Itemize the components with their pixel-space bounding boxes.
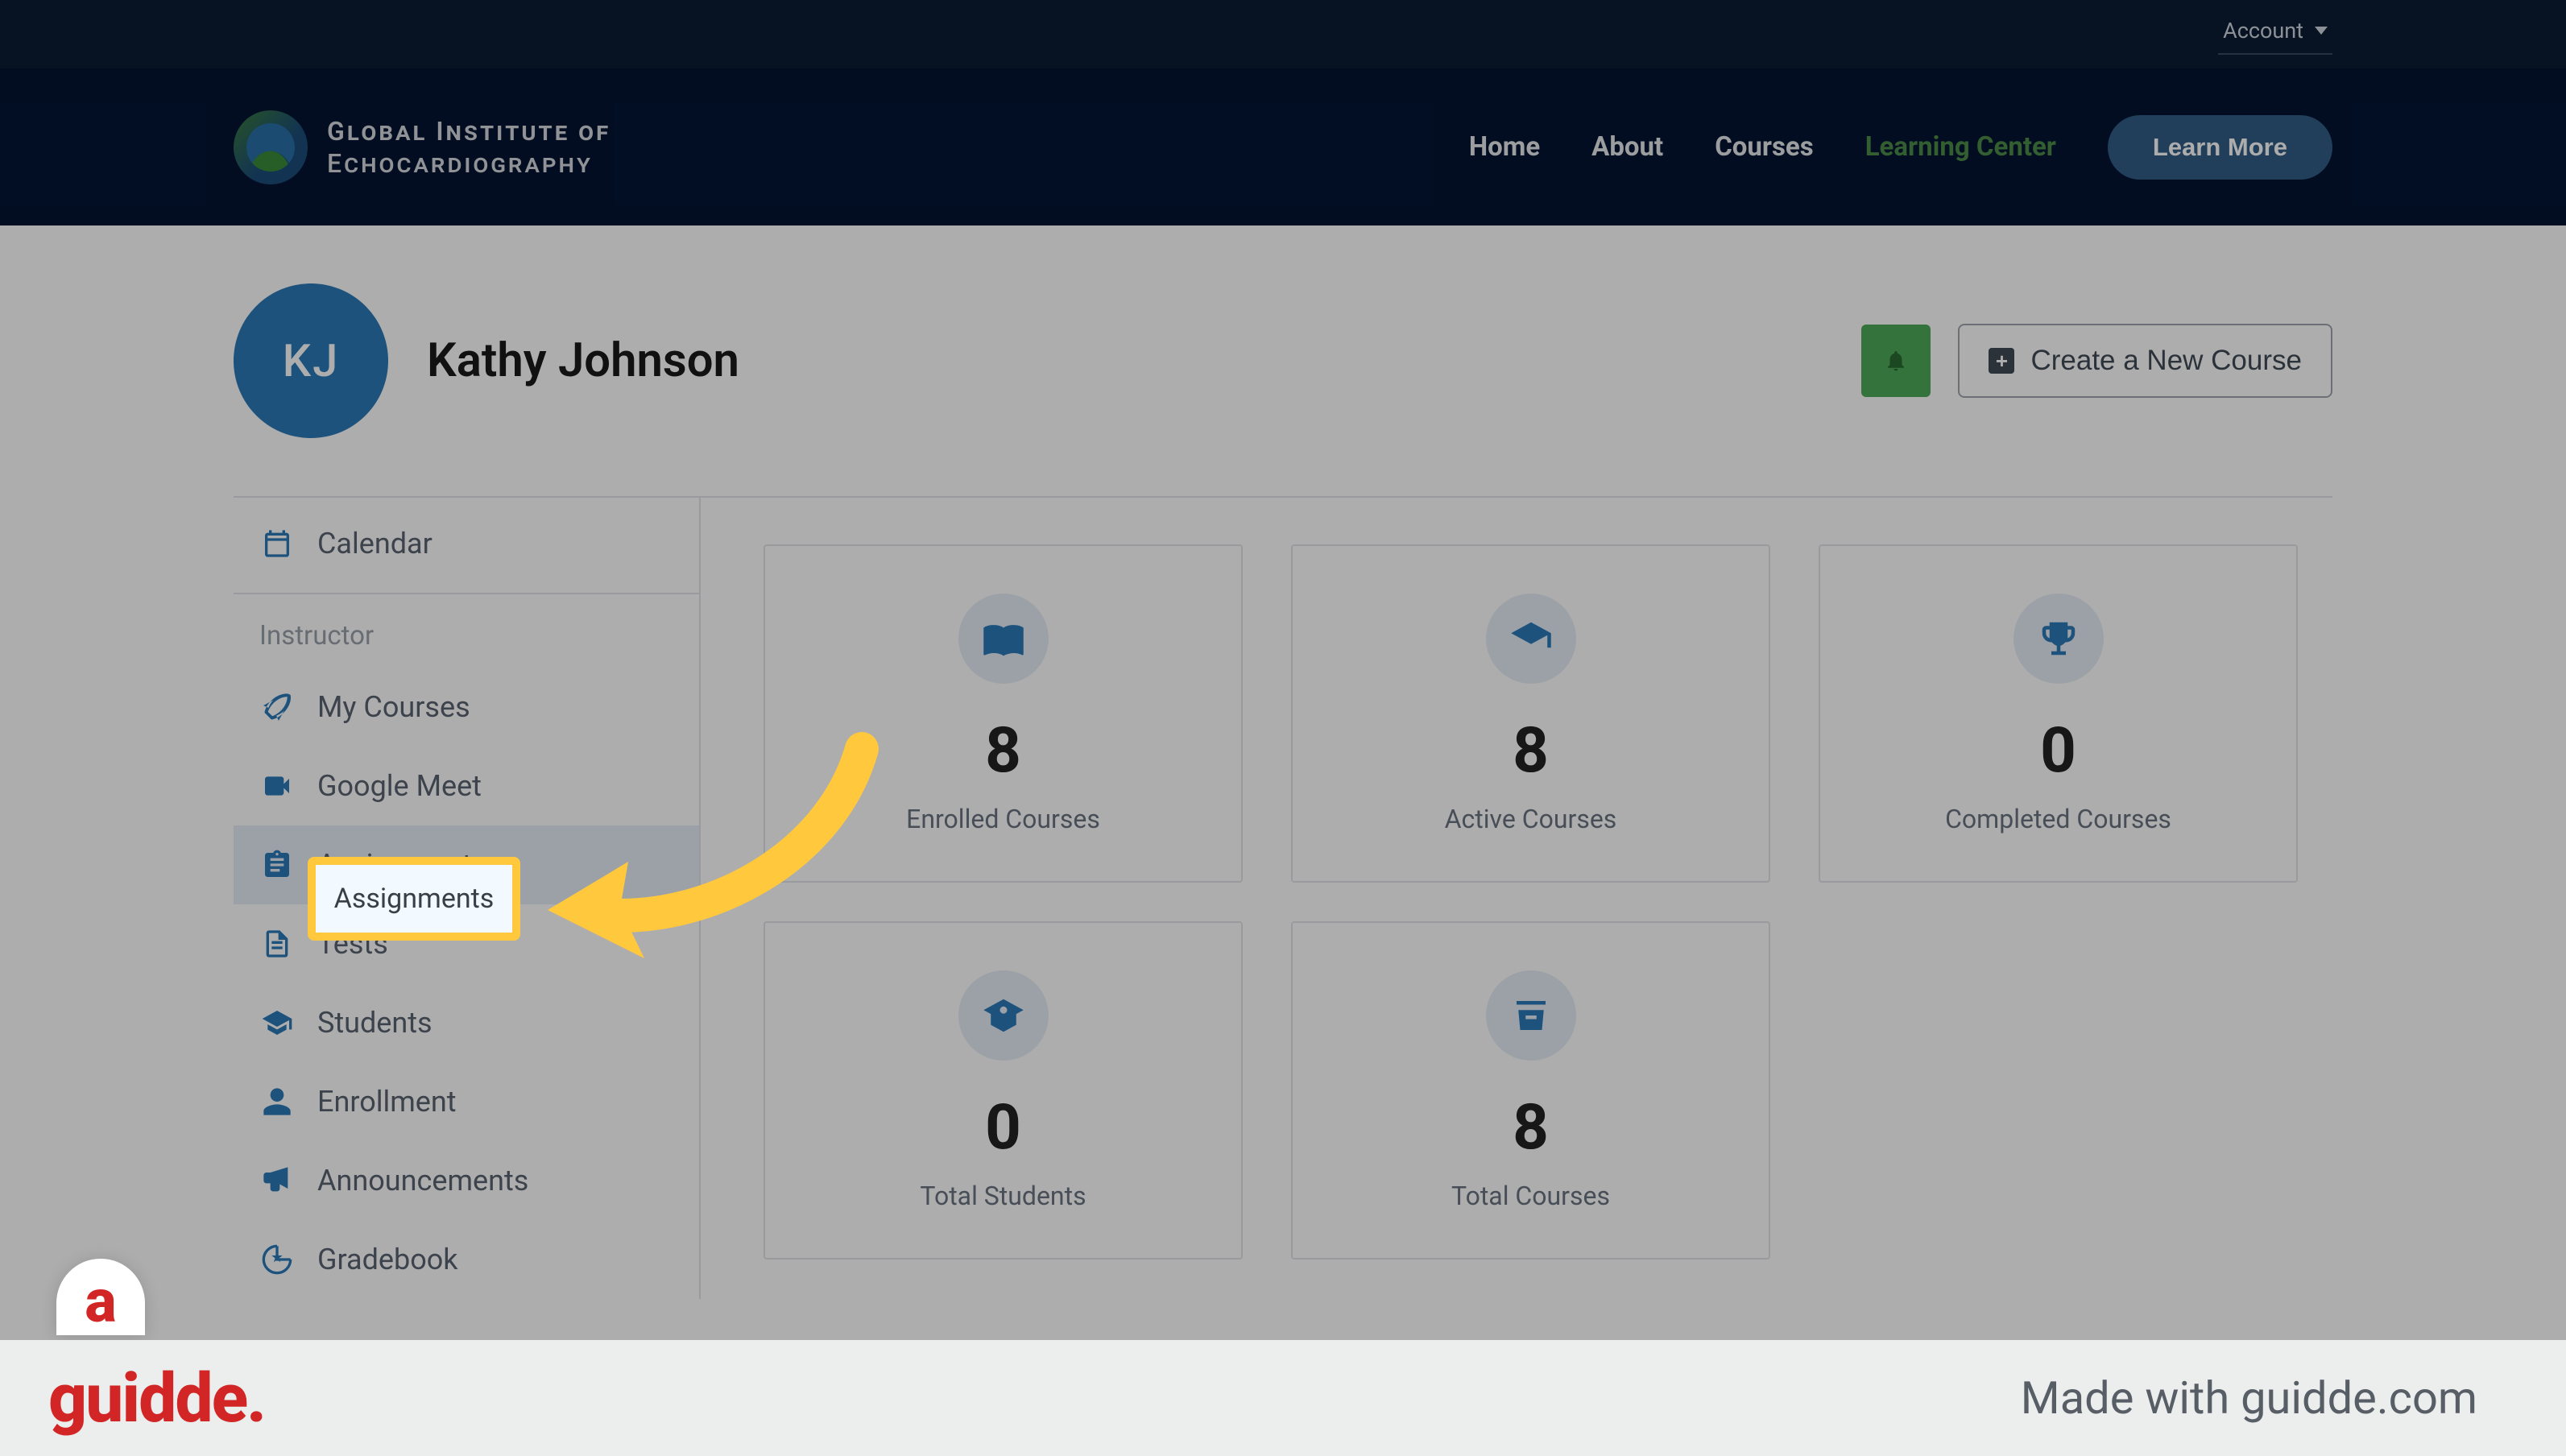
stat-card-completed-courses: 0 Completed Courses	[1819, 544, 2298, 883]
stat-card-enrolled-courses: 8 Enrolled Courses	[764, 544, 1243, 883]
nav-learning-center[interactable]: Learning Center	[1865, 131, 2056, 163]
book-icon	[958, 594, 1049, 684]
card-row-1: 8 Enrolled Courses 8 Active Courses 0 Co…	[764, 544, 2332, 883]
topbar: Account	[0, 0, 2566, 68]
nav-home[interactable]: Home	[1469, 131, 1540, 163]
create-course-label: Create a New Course	[2030, 345, 2302, 377]
profile-name: Kathy Johnson	[427, 333, 739, 388]
highlight-assignments[interactable]: Assignments	[308, 857, 520, 941]
guidde-footer: guidde. Made with guidde.com	[0, 1340, 2566, 1456]
video-icon	[259, 770, 295, 802]
sidebar-item-announcements[interactable]: Announcements	[234, 1141, 699, 1220]
sidebar-item-label: My Courses	[317, 690, 470, 724]
stat-value: 0	[2040, 714, 2076, 788]
document-icon	[259, 928, 295, 960]
stat-label: Total Students	[920, 1181, 1086, 1211]
gradebook-icon	[259, 1243, 295, 1276]
caret-down-icon	[2315, 27, 2328, 35]
sidebar-item-enrollment[interactable]: Enrollment	[234, 1062, 699, 1141]
nav-about[interactable]: About	[1591, 131, 1663, 163]
rocket-icon	[259, 691, 295, 723]
card-row-2: 0 Total Students 8 Total Courses	[764, 921, 2332, 1260]
profile-header: KJ Kathy Johnson + Create a New Course	[234, 283, 2332, 496]
stat-card-active-courses: 8 Active Courses	[1291, 544, 1770, 883]
brand-line1: Global Institute of	[327, 115, 610, 147]
trophy-icon	[2013, 594, 2104, 684]
brand-line2: Echocardiography	[327, 147, 610, 180]
sidebar-item-students[interactable]: Students	[234, 983, 699, 1062]
student-icon	[958, 970, 1049, 1061]
sidebar-item-label: Enrollment	[317, 1085, 457, 1119]
user-icon	[259, 1086, 295, 1118]
avatar[interactable]: KJ	[234, 283, 388, 438]
sidebar-item-calendar[interactable]: Calendar	[234, 498, 699, 594]
footer-made-with: Made with guidde.com	[2021, 1371, 2477, 1425]
account-menu[interactable]: Account	[2218, 14, 2332, 55]
avatar-initials: KJ	[283, 334, 340, 387]
account-label: Account	[2223, 18, 2303, 43]
sidebar-item-label: Announcements	[317, 1164, 528, 1197]
stat-value: 8	[1513, 714, 1549, 788]
primary-nav: Home About Courses Learning Center Learn…	[1469, 115, 2332, 180]
sidebar-item-label: Gradebook	[317, 1243, 458, 1276]
sidebar-item-google-meet[interactable]: Google Meet	[234, 747, 699, 825]
profile-left: KJ Kathy Johnson	[234, 283, 739, 438]
stat-card-total-courses: 8 Total Courses	[1291, 921, 1770, 1260]
logo-icon	[234, 110, 308, 184]
create-course-button[interactable]: + Create a New Course	[1958, 324, 2332, 398]
learn-more-button[interactable]: Learn More	[2108, 115, 2332, 180]
stat-label: Active Courses	[1445, 804, 1617, 834]
plus-icon: +	[1989, 348, 2014, 374]
archive-icon	[1486, 970, 1576, 1061]
sidebar-item-label: Calendar	[317, 527, 432, 560]
dashboard: 8 Enrolled Courses 8 Active Courses 0 Co…	[701, 498, 2332, 1299]
nav-courses[interactable]: Courses	[1715, 131, 1814, 163]
assignment-icon	[259, 849, 295, 881]
calendar-icon	[259, 527, 295, 560]
sidebar-section-instructor: Instructor	[234, 594, 699, 668]
sidebar-item-gradebook[interactable]: Gradebook	[234, 1220, 699, 1299]
guidde-badge-letter: a	[85, 1267, 116, 1335]
brand-text: Global Institute of Echocardiography	[327, 115, 610, 180]
brand-logo[interactable]: Global Institute of Echocardiography	[234, 110, 610, 184]
stat-value: 8	[985, 714, 1021, 788]
sidebar-item-label: Google Meet	[317, 769, 482, 803]
bell-icon	[1884, 349, 1908, 373]
stat-value: 8	[1513, 1091, 1549, 1164]
megaphone-icon	[259, 1164, 295, 1197]
highlight-label: Assignments	[334, 883, 495, 915]
page-body: KJ Kathy Johnson + Create a New Course C…	[0, 225, 2566, 1345]
sidebar-item-label: Students	[317, 1006, 432, 1040]
stat-card-total-students: 0 Total Students	[764, 921, 1243, 1260]
guidde-logo: guidde.	[48, 1359, 265, 1438]
graduation-cap-icon	[259, 1007, 295, 1039]
content-row: Calendar Instructor My Courses Google Me…	[234, 498, 2332, 1299]
stat-label: Total Courses	[1451, 1181, 1610, 1211]
notifications-button[interactable]	[1861, 325, 1931, 397]
stat-label: Enrolled Courses	[906, 804, 1100, 834]
sidebar-item-my-courses[interactable]: My Courses	[234, 668, 699, 747]
profile-actions: + Create a New Course	[1861, 324, 2332, 398]
stat-value: 0	[985, 1091, 1021, 1164]
main-header: Global Institute of Echocardiography Hom…	[0, 68, 2566, 225]
cap-icon	[1486, 594, 1576, 684]
stat-label: Completed Courses	[1945, 804, 2171, 834]
